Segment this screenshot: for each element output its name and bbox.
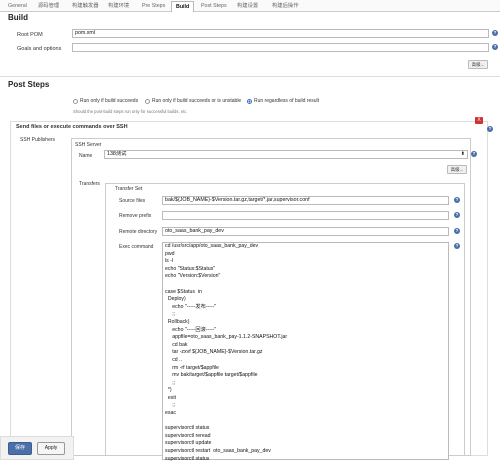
radio-success[interactable]: [73, 99, 78, 104]
remote-directory-label: Remote directory: [119, 229, 158, 235]
help-icon[interactable]: ?: [454, 212, 460, 218]
help-icon[interactable]: ?: [487, 126, 493, 132]
help-icon[interactable]: ?: [454, 243, 460, 249]
divider: [0, 76, 500, 77]
goals-label: Goals and options: [17, 46, 62, 52]
post-steps-note: Should the post-build steps run only for…: [73, 109, 188, 114]
remote-directory-input[interactable]: oto_saas_bank_pay_dev: [162, 227, 449, 236]
source-files-label: Source files: [119, 198, 146, 204]
tab-triggers[interactable]: 构建触发器: [68, 1, 103, 12]
exec-command-label: Exec command: [119, 244, 154, 250]
tab-general[interactable]: General: [4, 1, 31, 12]
help-icon[interactable]: ?: [454, 197, 460, 203]
delete-step-button[interactable]: X: [475, 117, 483, 124]
radio-regardless[interactable]: [247, 99, 252, 104]
exec-command-text: cd /usr/src/app/oto_saas_bank_pay_dev pw…: [165, 243, 288, 462]
server-name-select[interactable]: 138测试 ⬍: [104, 150, 468, 159]
apply-button[interactable]: Apply: [37, 442, 65, 455]
transfer-set-label: Transfer Set: [115, 186, 143, 192]
help-icon[interactable]: ?: [471, 151, 477, 157]
radio-unstable[interactable]: [145, 99, 150, 104]
tab-build[interactable]: Build: [171, 1, 195, 12]
radio-unstable-label: Run only if build succeeds or is unstabl…: [152, 98, 242, 104]
ssh-server-label: SSH Server: [75, 142, 102, 148]
save-button[interactable]: 保存: [8, 442, 32, 455]
radio-success-label: Run only if build succeeds: [80, 98, 139, 104]
help-icon[interactable]: ?: [492, 44, 498, 50]
server-name-label: Name: [79, 153, 93, 159]
source-files-input[interactable]: bak/${JOB_NAME}-$Version.tar.gz,target/*…: [162, 196, 449, 205]
tab-pre-steps[interactable]: Pre Steps: [138, 1, 169, 12]
config-tabs: General 源码管理 构建触发器 构建环境 Pre Steps Build …: [0, 0, 500, 12]
server-name-value: 138测试: [107, 151, 127, 157]
tab-build-settings[interactable]: 构建设置: [233, 1, 262, 12]
tab-scm[interactable]: 源码管理: [34, 1, 63, 12]
build-title: Build: [8, 13, 28, 22]
tab-build-env[interactable]: 构建环境: [104, 1, 133, 12]
ssh-section-title: Send files or execute commands over SSH: [16, 124, 128, 130]
tab-post-build[interactable]: 构建后操作: [268, 1, 303, 12]
remove-prefix-input[interactable]: [162, 211, 449, 220]
build-advanced-button[interactable]: 高级...: [468, 60, 488, 69]
goals-input[interactable]: [72, 43, 489, 52]
post-steps-title: Post Steps: [8, 80, 50, 89]
tab-post-steps[interactable]: Post Steps: [197, 1, 231, 12]
ssh-publishers-label: SSH Publishers: [20, 137, 56, 143]
help-icon[interactable]: ?: [492, 30, 498, 36]
select-arrow-icon: ⬍: [460, 151, 465, 157]
radio-regardless-label: Run regardless of build result: [254, 98, 320, 104]
root-pom-label: Root POM: [17, 32, 43, 38]
transfers-label: Transfers: [79, 181, 100, 187]
ssh-advanced-button[interactable]: 高级...: [447, 165, 467, 174]
remove-prefix-label: Remove prefix: [119, 213, 152, 219]
help-icon[interactable]: ?: [454, 228, 460, 234]
root-pom-input[interactable]: pom.xml: [72, 29, 489, 38]
